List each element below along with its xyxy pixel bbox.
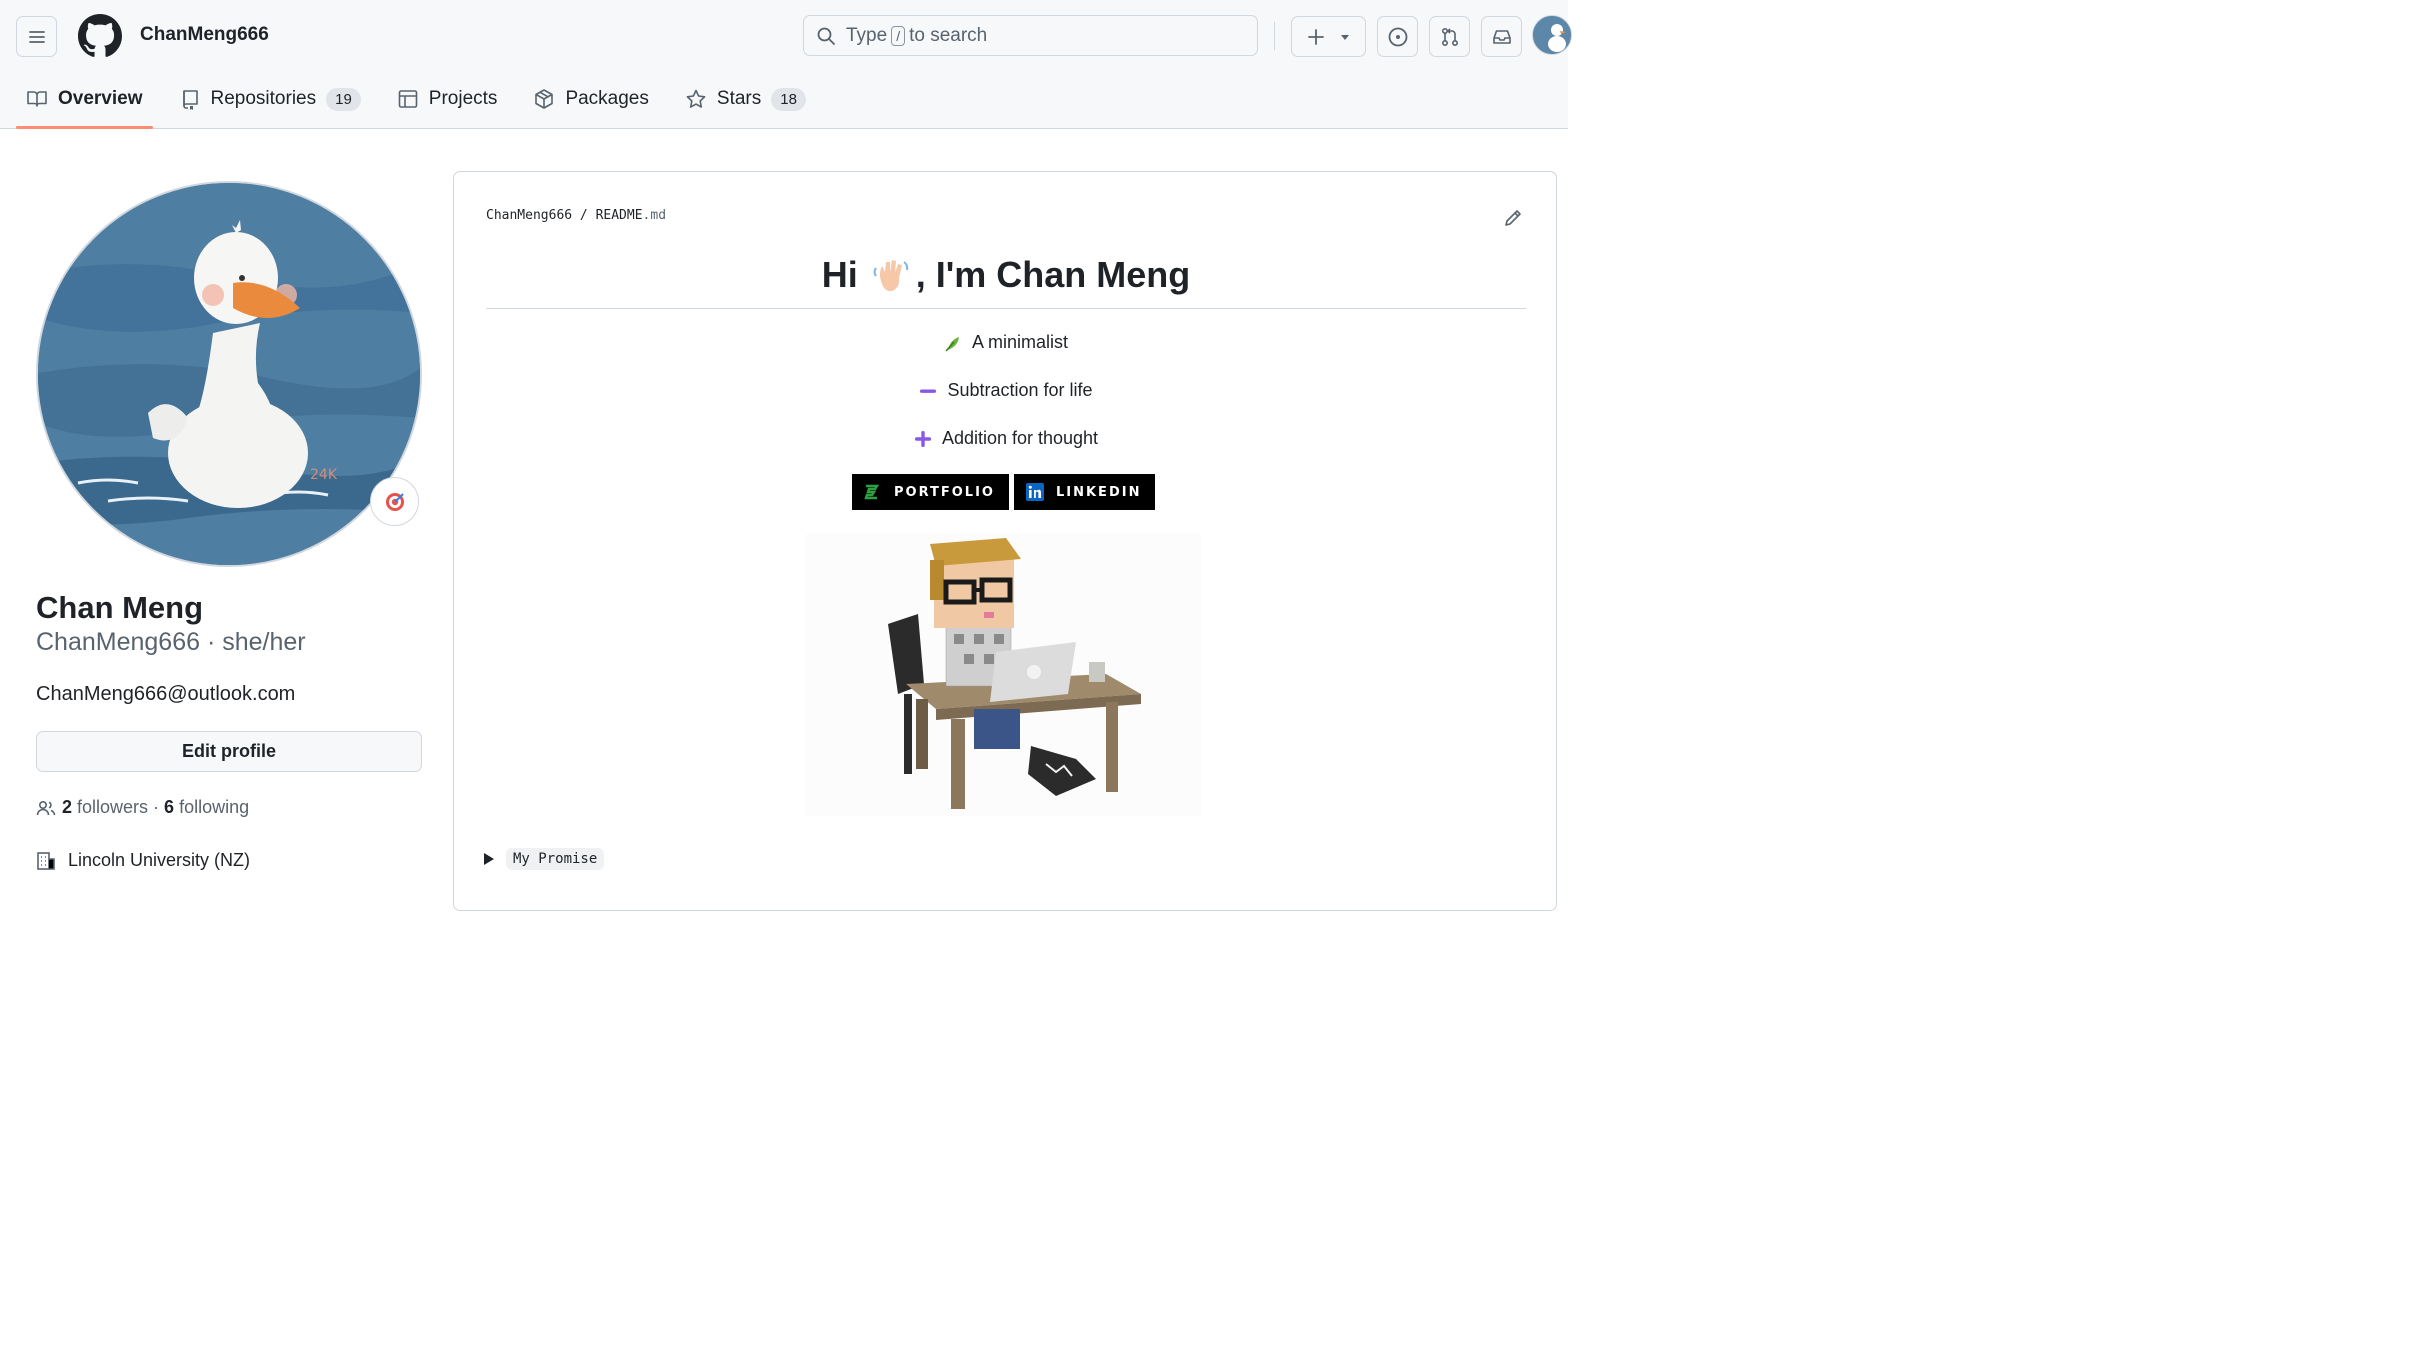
people-icon [36, 800, 56, 815]
readme-line-3-text: Addition for thought [941, 428, 1099, 448]
profile-readme-box: ChanMeng666 / README.md Hi , I'm Chan Me… [453, 171, 1557, 911]
portfolio-badge-label: PORTFOLIO [894, 484, 995, 500]
profile-tab-nav: Overview Repositories 19 Projects Packag… [0, 76, 816, 129]
voxel-developer-illustration [806, 534, 1201, 816]
tab-packages[interactable]: Packages [523, 76, 658, 122]
plus-emoji-icon [914, 430, 931, 447]
triangle-down-icon [1340, 34, 1349, 40]
book-icon [27, 91, 47, 107]
organization-icon [37, 851, 55, 870]
readme-breadcrumb: ChanMeng666 / README.md [486, 208, 666, 223]
duck-avatar-illustration: 24K [38, 183, 420, 565]
github-logo-icon[interactable] [78, 14, 122, 58]
linkedin-icon [1025, 483, 1044, 501]
portfolio-icon [864, 484, 880, 500]
search-placeholder-suffix: to search [909, 24, 988, 46]
global-header: ChanMeng666 Type / to search Overview Re… [0, 0, 1572, 129]
tab-repositories[interactable]: Repositories 19 [169, 76, 371, 122]
repo-icon [182, 90, 198, 110]
search-input[interactable]: Type / to search [803, 15, 1258, 56]
follow-separator: · [153, 797, 160, 817]
readme-line-2-text: Subtraction for life [947, 380, 1093, 400]
readme-heading-pre: Hi [821, 254, 858, 295]
inbox-icon [1492, 29, 1511, 44]
readme-line-1-text: A minimalist [971, 332, 1069, 352]
leaf-emoji-icon [945, 336, 959, 351]
tab-overview[interactable]: Overview [16, 76, 153, 129]
minus-emoji-icon [920, 389, 937, 393]
readme-file-name[interactable]: README.md [596, 208, 666, 223]
star-icon [686, 89, 706, 108]
edit-profile-button[interactable]: Edit profile [36, 731, 422, 772]
header-divider [1274, 22, 1275, 50]
following-count: 6 [164, 797, 175, 817]
profile-full-name: Chan Meng [36, 590, 204, 625]
search-placeholder-prefix: Type [846, 24, 888, 46]
readme-file-base: README [595, 208, 643, 223]
readme-owner-link[interactable]: ChanMeng666 [486, 208, 572, 223]
tab-stars[interactable]: Stars 18 [675, 76, 816, 122]
search-icon [817, 27, 835, 45]
readme-badges: PORTFOLIO LINKEDIN [852, 474, 1156, 510]
create-new-button[interactable] [1291, 16, 1366, 57]
svg-text:24K: 24K [310, 467, 338, 483]
table-icon [398, 90, 418, 108]
inbox-button[interactable] [1481, 16, 1522, 57]
user-avatar-button[interactable] [1532, 15, 1572, 55]
package-icon [535, 89, 554, 109]
following-link[interactable]: 6 following [164, 797, 249, 818]
search-shortcut-key: / [891, 25, 906, 46]
follow-stats: 2 followers · 6 following [36, 797, 249, 818]
readme-line-1: A minimalist [486, 332, 1526, 353]
pull-requests-button[interactable] [1429, 16, 1470, 57]
waving-hand-emoji-icon [873, 260, 908, 292]
tab-projects[interactable]: Projects [387, 76, 508, 122]
status-button[interactable] [370, 477, 419, 526]
organization-name: Lincoln University (NZ) [68, 850, 251, 870]
tab-packages-label: Packages [565, 88, 649, 109]
profile-login-pronouns: ChanMeng666 · she/her [36, 628, 306, 656]
tab-overview-label: Overview [58, 88, 143, 109]
followers-link[interactable]: 2 followers [62, 797, 148, 818]
profile-organization: Lincoln University (NZ) [36, 850, 250, 871]
context-owner-link[interactable]: ChanMeng666 [140, 24, 269, 46]
readme-heading: Hi , I'm Chan Meng [486, 254, 1526, 309]
coding-character-animation [806, 534, 1201, 816]
disclosure-triangle-icon [484, 853, 494, 865]
following-label: following [179, 797, 250, 817]
profile-avatar[interactable]: 24K [36, 181, 422, 567]
tab-projects-label: Projects [428, 88, 498, 109]
pencil-icon[interactable] [1502, 207, 1524, 229]
linkedin-badge-label: LINKEDIN [1055, 484, 1142, 500]
stars-count-badge: 18 [771, 87, 806, 111]
issues-button[interactable] [1377, 16, 1418, 57]
git-pull-request-icon [1441, 27, 1458, 46]
readme-file-ext: .md [642, 208, 667, 223]
my-promise-label: My Promise [506, 848, 605, 870]
readme-line-3: Addition for thought [486, 428, 1526, 449]
readme-line-2: Subtraction for life [486, 380, 1526, 401]
tab-repositories-label: Repositories [210, 88, 317, 109]
menu-icon [28, 30, 45, 43]
linkedin-badge-link[interactable]: LINKEDIN [1013, 474, 1156, 510]
tab-stars-label: Stars [716, 88, 762, 109]
target-emoji-icon [385, 492, 404, 511]
followers-count: 2 [62, 797, 73, 817]
readme-path-separator: / [579, 208, 588, 223]
repositories-count-badge: 19 [326, 87, 361, 111]
duck-avatar-thumbnail-icon [1533, 16, 1571, 54]
followers-label: followers [77, 797, 149, 817]
my-promise-details-summary[interactable]: My Promise [484, 848, 605, 870]
plus-icon [1307, 28, 1324, 45]
portfolio-badge-link[interactable]: PORTFOLIO [852, 474, 1009, 510]
readme-heading-post: , I'm Chan Meng [915, 254, 1191, 295]
profile-email-link[interactable]: ChanMeng666@outlook.com [36, 683, 295, 706]
issue-opened-icon [1388, 27, 1407, 46]
hamburger-menu-button[interactable] [16, 16, 57, 57]
